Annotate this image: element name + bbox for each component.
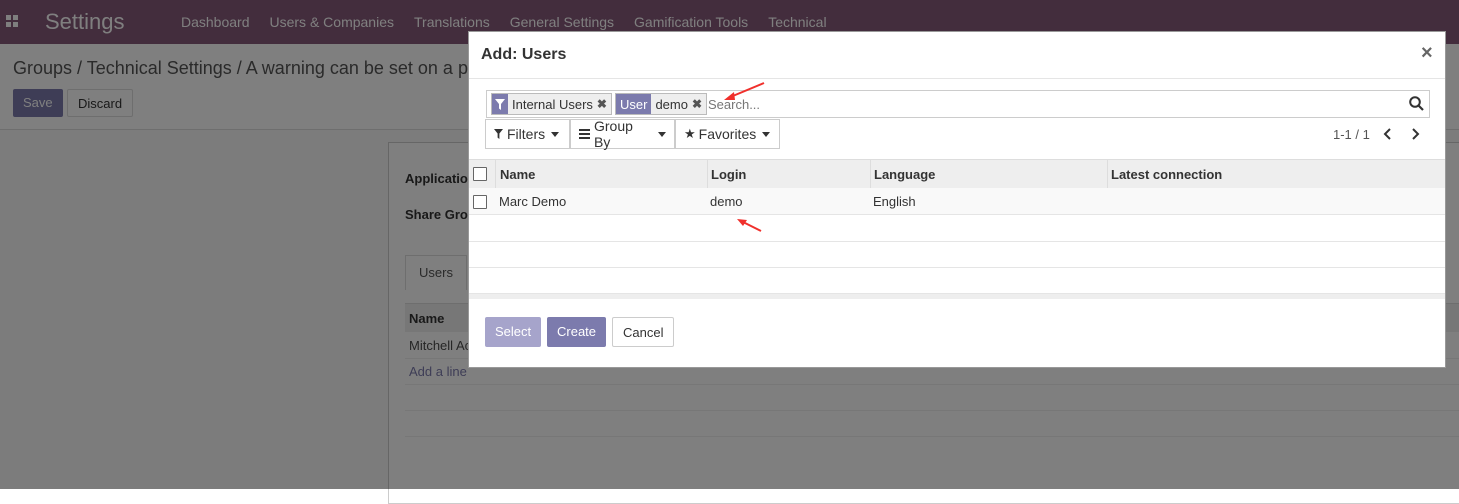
user-name-cell: Marc Demo xyxy=(499,194,567,209)
pager-value[interactable]: 1-1 / 1 xyxy=(1333,127,1370,142)
group-by-button[interactable]: Group By xyxy=(570,118,675,150)
facet-value: demo xyxy=(655,96,688,112)
annotation-arrow-icon xyxy=(737,219,762,232)
dialog-title: Add: Users xyxy=(481,46,567,63)
dialog-header: Add: Users × xyxy=(469,32,1445,79)
users-list-header: Name Login Language Latest connection xyxy=(469,159,1445,189)
filter-icon xyxy=(492,94,508,114)
list-icon xyxy=(579,126,590,142)
row-checkbox[interactable] xyxy=(473,195,487,209)
star-icon: ★ xyxy=(684,126,696,141)
search-input[interactable] xyxy=(708,94,1308,114)
close-icon[interactable]: × xyxy=(1421,42,1433,65)
select-all-checkbox[interactable] xyxy=(473,167,487,181)
column-header-login[interactable]: Login xyxy=(711,167,746,182)
column-divider xyxy=(495,160,496,188)
column-header-name[interactable]: Name xyxy=(500,167,535,182)
search-facet-internal-users: Internal Users ✖ xyxy=(491,93,612,115)
column-header-latest-connection[interactable]: Latest connection xyxy=(1111,167,1222,182)
group-by-label: Group By xyxy=(594,118,633,150)
chevron-right-icon[interactable] xyxy=(1408,127,1424,143)
filters-label: Filters xyxy=(507,126,546,142)
chevron-down-icon xyxy=(551,131,560,137)
facet-value: Internal Users xyxy=(512,96,593,112)
create-button[interactable]: Create xyxy=(547,317,607,347)
cancel-button[interactable]: Cancel xyxy=(612,317,675,347)
filters-button[interactable]: Filters xyxy=(485,119,570,149)
remove-facet-icon[interactable]: ✖ xyxy=(597,94,611,114)
column-header-language[interactable]: Language xyxy=(874,167,935,182)
chevron-down-icon xyxy=(658,131,666,137)
chevron-down-icon xyxy=(762,131,771,137)
empty-row xyxy=(469,215,1445,242)
user-language-cell: English xyxy=(873,194,916,209)
column-divider xyxy=(1107,160,1108,188)
facet-head: User xyxy=(616,94,652,114)
table-row[interactable]: Marc Demo demo English xyxy=(469,188,1445,215)
add-users-dialog: Add: Users × Internal Users ✖ User demo … xyxy=(468,31,1446,368)
search-facet-user: User demo ✖ xyxy=(615,93,708,115)
column-divider xyxy=(707,160,708,188)
filter-icon xyxy=(494,126,503,142)
select-button[interactable]: Select xyxy=(485,317,542,347)
favorites-label: Favorites xyxy=(698,126,757,142)
empty-row xyxy=(469,241,1445,268)
horizontal-scrollbar[interactable] xyxy=(469,294,1445,299)
favorites-button[interactable]: ★ Favorites xyxy=(675,119,780,149)
empty-row xyxy=(469,267,1445,294)
annotation-arrow-icon xyxy=(724,82,765,100)
remove-facet-icon[interactable]: ✖ xyxy=(692,94,706,114)
chevron-left-icon[interactable] xyxy=(1381,127,1397,143)
search-bar[interactable]: Internal Users ✖ User demo ✖ xyxy=(486,90,1430,118)
column-divider xyxy=(870,160,871,188)
search-icon[interactable] xyxy=(1409,96,1425,112)
user-login-cell: demo xyxy=(710,194,743,209)
